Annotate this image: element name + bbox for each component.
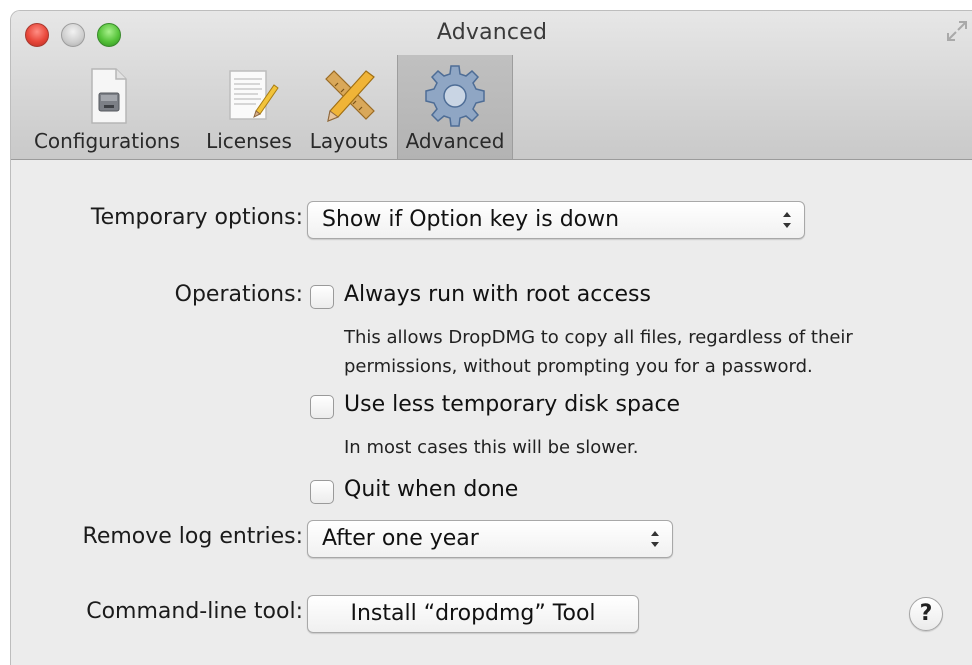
tab-configurations[interactable]: Configurations xyxy=(21,55,193,159)
disk-image-icon xyxy=(91,68,127,124)
tab-licenses-label: Licenses xyxy=(206,129,292,153)
tab-advanced[interactable]: Advanced xyxy=(397,55,513,159)
operations-label: Operations: xyxy=(174,282,303,307)
root-access-checkbox[interactable] xyxy=(310,285,334,309)
popup-arrows-icon xyxy=(783,212,791,228)
quit-when-done-label[interactable]: Quit when done xyxy=(344,477,518,502)
advanced-settings-panel: Temporary options: Show if Option key is… xyxy=(11,160,972,665)
help-button[interactable]: ? xyxy=(909,597,943,631)
tab-layouts-label: Layouts xyxy=(309,129,389,153)
gear-icon xyxy=(425,65,485,127)
command-line-tool-label: Command-line tool: xyxy=(86,599,303,624)
preferences-window: Advanced Configurations Licenses Layouts… xyxy=(10,10,972,665)
less-disk-space-label[interactable]: Use less temporary disk space xyxy=(344,392,680,417)
window-title: Advanced xyxy=(436,20,548,45)
license-document-icon xyxy=(229,70,279,120)
temporary-options-value: Show if Option key is down xyxy=(322,207,620,232)
remove-log-entries-value: After one year xyxy=(322,526,479,551)
fullscreen-icon[interactable] xyxy=(945,19,969,43)
remove-log-entries-label: Remove log entries: xyxy=(82,524,303,549)
temporary-options-label: Temporary options: xyxy=(90,205,303,230)
remove-log-entries-popup[interactable]: After one year xyxy=(307,520,673,558)
quit-when-done-checkbox[interactable] xyxy=(310,480,334,504)
root-access-note-line2: permissions, without prompting you for a… xyxy=(344,356,813,377)
tab-layouts[interactable]: Layouts xyxy=(305,55,393,159)
less-disk-space-checkbox[interactable] xyxy=(310,395,334,419)
root-access-note-line1: This allows DropDMG to copy all files, r… xyxy=(344,327,853,348)
toolbar: Advanced Configurations Licenses Layouts… xyxy=(11,11,972,160)
tab-licenses[interactable]: Licenses xyxy=(197,55,301,159)
install-tool-button[interactable]: Install “dropdmg” Tool xyxy=(307,595,639,633)
less-disk-space-note: In most cases this will be slower. xyxy=(344,437,639,458)
tab-advanced-label: Advanced xyxy=(405,129,505,153)
popup-arrows-icon xyxy=(651,531,659,547)
root-access-label[interactable]: Always run with root access xyxy=(344,282,651,307)
temporary-options-popup[interactable]: Show if Option key is down xyxy=(307,201,805,239)
ruler-pencil-icon xyxy=(325,70,375,122)
tab-configurations-label: Configurations xyxy=(33,129,181,153)
